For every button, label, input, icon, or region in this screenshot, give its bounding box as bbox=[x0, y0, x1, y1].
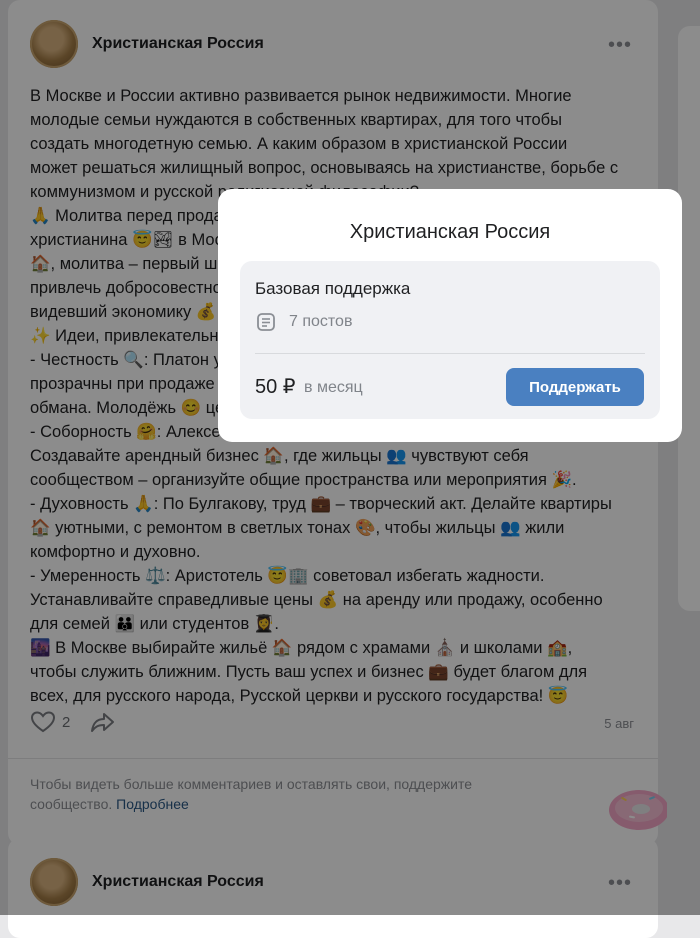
tier-name: Базовая поддержка bbox=[255, 279, 411, 298]
posts-count: 7 постов bbox=[289, 313, 353, 330]
modal-backdrop[interactable] bbox=[0, 0, 700, 915]
support-button[interactable]: Поддержать bbox=[506, 368, 644, 406]
modal-title: Христианская Россия bbox=[349, 221, 551, 243]
support-modal: Христианская Россия Базовая поддержка 7 … bbox=[218, 189, 682, 442]
tier-price: 50 ₽ bbox=[255, 376, 296, 398]
tier-posts: 7 постов bbox=[255, 311, 352, 333]
document-icon bbox=[257, 313, 275, 331]
tier-card: Базовая поддержка 7 постов 50 ₽ в месяц … bbox=[240, 261, 660, 419]
tier-period: в месяц bbox=[304, 379, 363, 396]
tier-divider bbox=[255, 353, 645, 354]
